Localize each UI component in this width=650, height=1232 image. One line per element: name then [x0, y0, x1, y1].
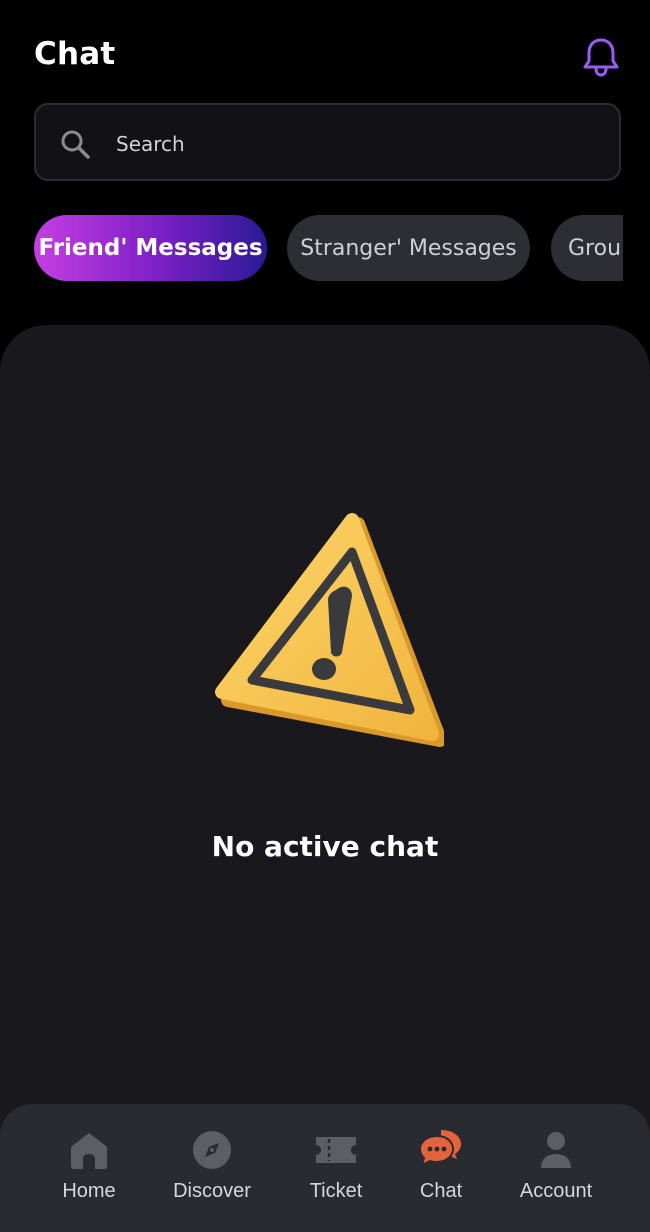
nav-discover-label: Discover — [173, 1180, 251, 1202]
tab-group[interactable]: Group — [551, 215, 623, 281]
page-title: Chat — [34, 36, 116, 72]
empty-state-message: No active chat — [211, 830, 439, 863]
chat-list-panel — [0, 325, 650, 1232]
message-tabs: Friend' Messages Stranger' Messages Grou… — [34, 215, 623, 281]
home-icon — [71, 1133, 107, 1169]
tab-stranger-messages[interactable]: Stranger' Messages — [287, 215, 530, 281]
nav-account-label: Account — [519, 1180, 593, 1202]
chat-bubble-icon — [419, 1130, 461, 1167]
search-bar[interactable] — [34, 103, 621, 181]
compass-icon — [193, 1131, 231, 1169]
nav-home[interactable]: Home — [24, 1104, 154, 1232]
ticket-icon — [316, 1137, 356, 1163]
tab-friend-messages[interactable]: Friend' Messages — [34, 215, 267, 281]
user-icon — [541, 1132, 571, 1168]
search-input[interactable] — [114, 123, 598, 165]
nav-discover[interactable]: Discover — [147, 1104, 277, 1232]
bell-icon[interactable] — [580, 36, 622, 78]
warning-icon — [215, 513, 444, 747]
nav-chat[interactable]: Chat — [376, 1104, 506, 1232]
nav-home-label: Home — [62, 1180, 116, 1202]
bottom-navigation: Home Discover Ticket Chat Account — [0, 1104, 650, 1232]
nav-chat-label: Chat — [419, 1180, 463, 1202]
search-icon — [61, 130, 90, 159]
nav-account[interactable]: Account — [491, 1104, 621, 1232]
